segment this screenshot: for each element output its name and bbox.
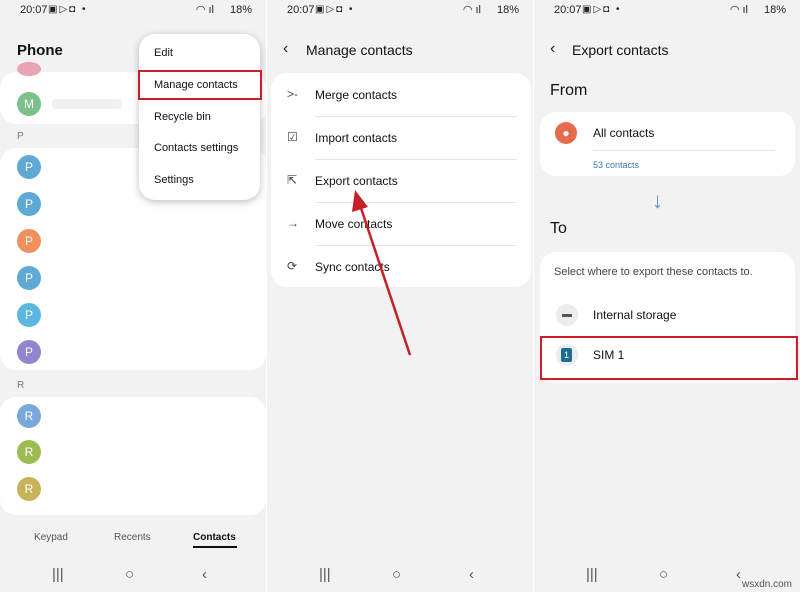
avatar-p[interactable]: P (17, 303, 41, 327)
home-icon[interactable]: ○ (125, 566, 134, 583)
tab-contacts[interactable]: Contacts (193, 532, 236, 543)
back-icon[interactable]: ‹ (469, 566, 474, 583)
avatar-p[interactable]: P (17, 192, 41, 216)
avatar-r[interactable]: R (17, 440, 41, 464)
menu-item-edit[interactable]: Edit (154, 47, 173, 59)
phone-screen: 20:07 ▣▷◘ • ◠ ıl 18% Phone M P P P P P P… (0, 0, 266, 592)
watermark: wsxdn.com (741, 579, 792, 590)
home-icon[interactable]: ○ (659, 566, 668, 583)
avatar-p[interactable]: P (17, 340, 41, 364)
avatar[interactable] (17, 62, 41, 76)
source-name: All contacts (593, 126, 655, 140)
menu-item-contacts-settings[interactable]: Contacts settings (154, 142, 238, 154)
recent-apps-icon[interactable]: ||| (52, 566, 64, 583)
nav-bar: ||| ○ ‹ (267, 560, 533, 592)
avatar-r[interactable]: R (17, 404, 41, 428)
recent-apps-icon[interactable]: ||| (586, 566, 598, 583)
section-header-r: R (17, 380, 25, 391)
avatar-r[interactable]: R (17, 477, 41, 501)
highlight-box (540, 336, 798, 380)
arrow-down-icon: ↓ (652, 188, 663, 213)
wifi-icon: ◠ ıl (195, 4, 214, 16)
source-card[interactable]: ● All contacts 53 contacts (540, 112, 795, 176)
highlight-box (138, 70, 262, 100)
recent-apps-icon[interactable]: ||| (319, 566, 331, 583)
avatar-p[interactable]: P (17, 229, 41, 253)
status-bar: 20:07 ▣▷◘ • ◠ ıl 18% (0, 0, 266, 22)
back-icon[interactable]: ‹ (736, 566, 741, 583)
overflow-menu: Edit Manage contacts Recycle bin Contact… (139, 34, 260, 200)
manage-contacts-screen: 20:07 ▣▷◘ • ◠ ıl 18% ‹ Manage contacts >… (267, 0, 533, 592)
tab-keypad[interactable]: Keypad (34, 532, 68, 543)
wifi-icon: ◠ ıl (729, 4, 748, 16)
contact-person-icon: ● (555, 122, 577, 144)
export-contacts-screen: 20:07 ▣▷◘ • ◠ ıl 18% ‹ Export contacts F… (534, 0, 800, 592)
folder-icon: ▬ (556, 304, 578, 326)
contact-name-blurred[interactable] (52, 99, 122, 109)
home-icon[interactable]: ○ (392, 566, 401, 583)
to-label: To (550, 220, 567, 237)
page-title: Phone (17, 42, 63, 59)
battery-level: 18% (763, 4, 786, 16)
tab-recents[interactable]: Recents (114, 532, 151, 543)
back-icon[interactable]: ‹ (202, 566, 207, 583)
source-count: 53 contacts (593, 160, 640, 170)
dest-internal-storage[interactable]: Internal storage (593, 308, 676, 322)
avatar-p[interactable]: P (17, 155, 41, 179)
export-prompt: Select where to export these contacts to… (554, 266, 753, 278)
annotation-arrow (352, 190, 412, 356)
status-time: 20:07 (554, 4, 582, 16)
notification-icons: ▣▷◘ • (582, 4, 622, 15)
menu-item-recycle-bin[interactable]: Recycle bin (154, 111, 211, 123)
status-bar: 20:07 ▣▷◘ • ◠ ıl 18% (534, 0, 800, 22)
avatar-m[interactable]: M (17, 92, 41, 116)
divider (593, 150, 775, 151)
nav-bar: ||| ○ ‹ (0, 560, 266, 592)
avatar-p[interactable]: P (17, 266, 41, 290)
menu-item-settings[interactable]: Settings (154, 174, 194, 186)
battery-level: 18% (229, 4, 252, 16)
active-tab-indicator (193, 546, 237, 548)
status-time: 20:07 (20, 4, 48, 16)
section-header-p: P (17, 131, 24, 142)
from-label: From (550, 82, 588, 99)
page-title: Export contacts (572, 42, 669, 58)
back-arrow-icon[interactable]: ‹ (550, 40, 555, 58)
notification-icons: ▣▷◘ • (48, 4, 88, 15)
